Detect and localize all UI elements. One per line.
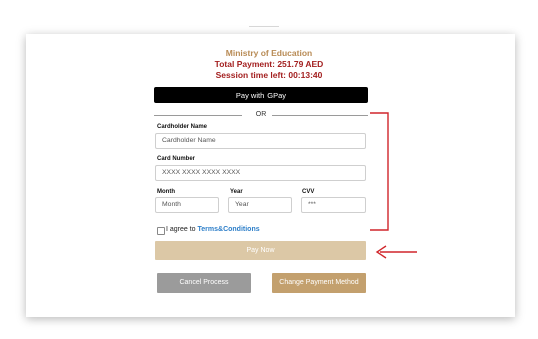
month-label: Month [157,189,175,195]
month-input[interactable]: Month [155,197,219,213]
top-divider [249,26,279,27]
cancel-process-button[interactable]: Cancel Process [157,273,251,293]
terms-checkbox[interactable] [157,227,165,235]
terms-link[interactable]: Terms&Conditions [198,226,260,233]
cardholder-label: Cardholder Name [157,124,208,130]
or-line-right [272,115,368,116]
card-number-input[interactable]: XXXX XXXX XXXX XXXX [155,165,366,181]
google-pay-word: Pay [273,90,287,100]
year-label: Year [230,189,243,195]
google-pay-prefix: Pay with [235,90,265,100]
organization-title: Ministry of Education [225,48,313,58]
card-number-label: Card Number [157,156,196,162]
terms-agreement: I agree to Terms&Conditions [166,226,260,233]
year-input[interactable]: Year [228,197,292,213]
cvv-input[interactable]: *** [301,197,366,213]
agree-text: I agree to [166,226,196,233]
change-payment-method-button[interactable]: Change Payment Method [272,273,366,293]
session-timer: Session time left: 00:13:40 [215,70,323,80]
pay-now-button[interactable]: Pay Now [155,241,366,260]
cvv-label: CVV [302,189,315,195]
cardholder-input[interactable]: Cardholder Name [155,133,366,149]
google-pay-logo: GPay [267,91,286,100]
total-payment: Total Payment: 251.79 AED [214,59,324,69]
or-divider: OR [154,110,368,120]
google-pay-button[interactable]: Pay with GPay [154,87,368,103]
